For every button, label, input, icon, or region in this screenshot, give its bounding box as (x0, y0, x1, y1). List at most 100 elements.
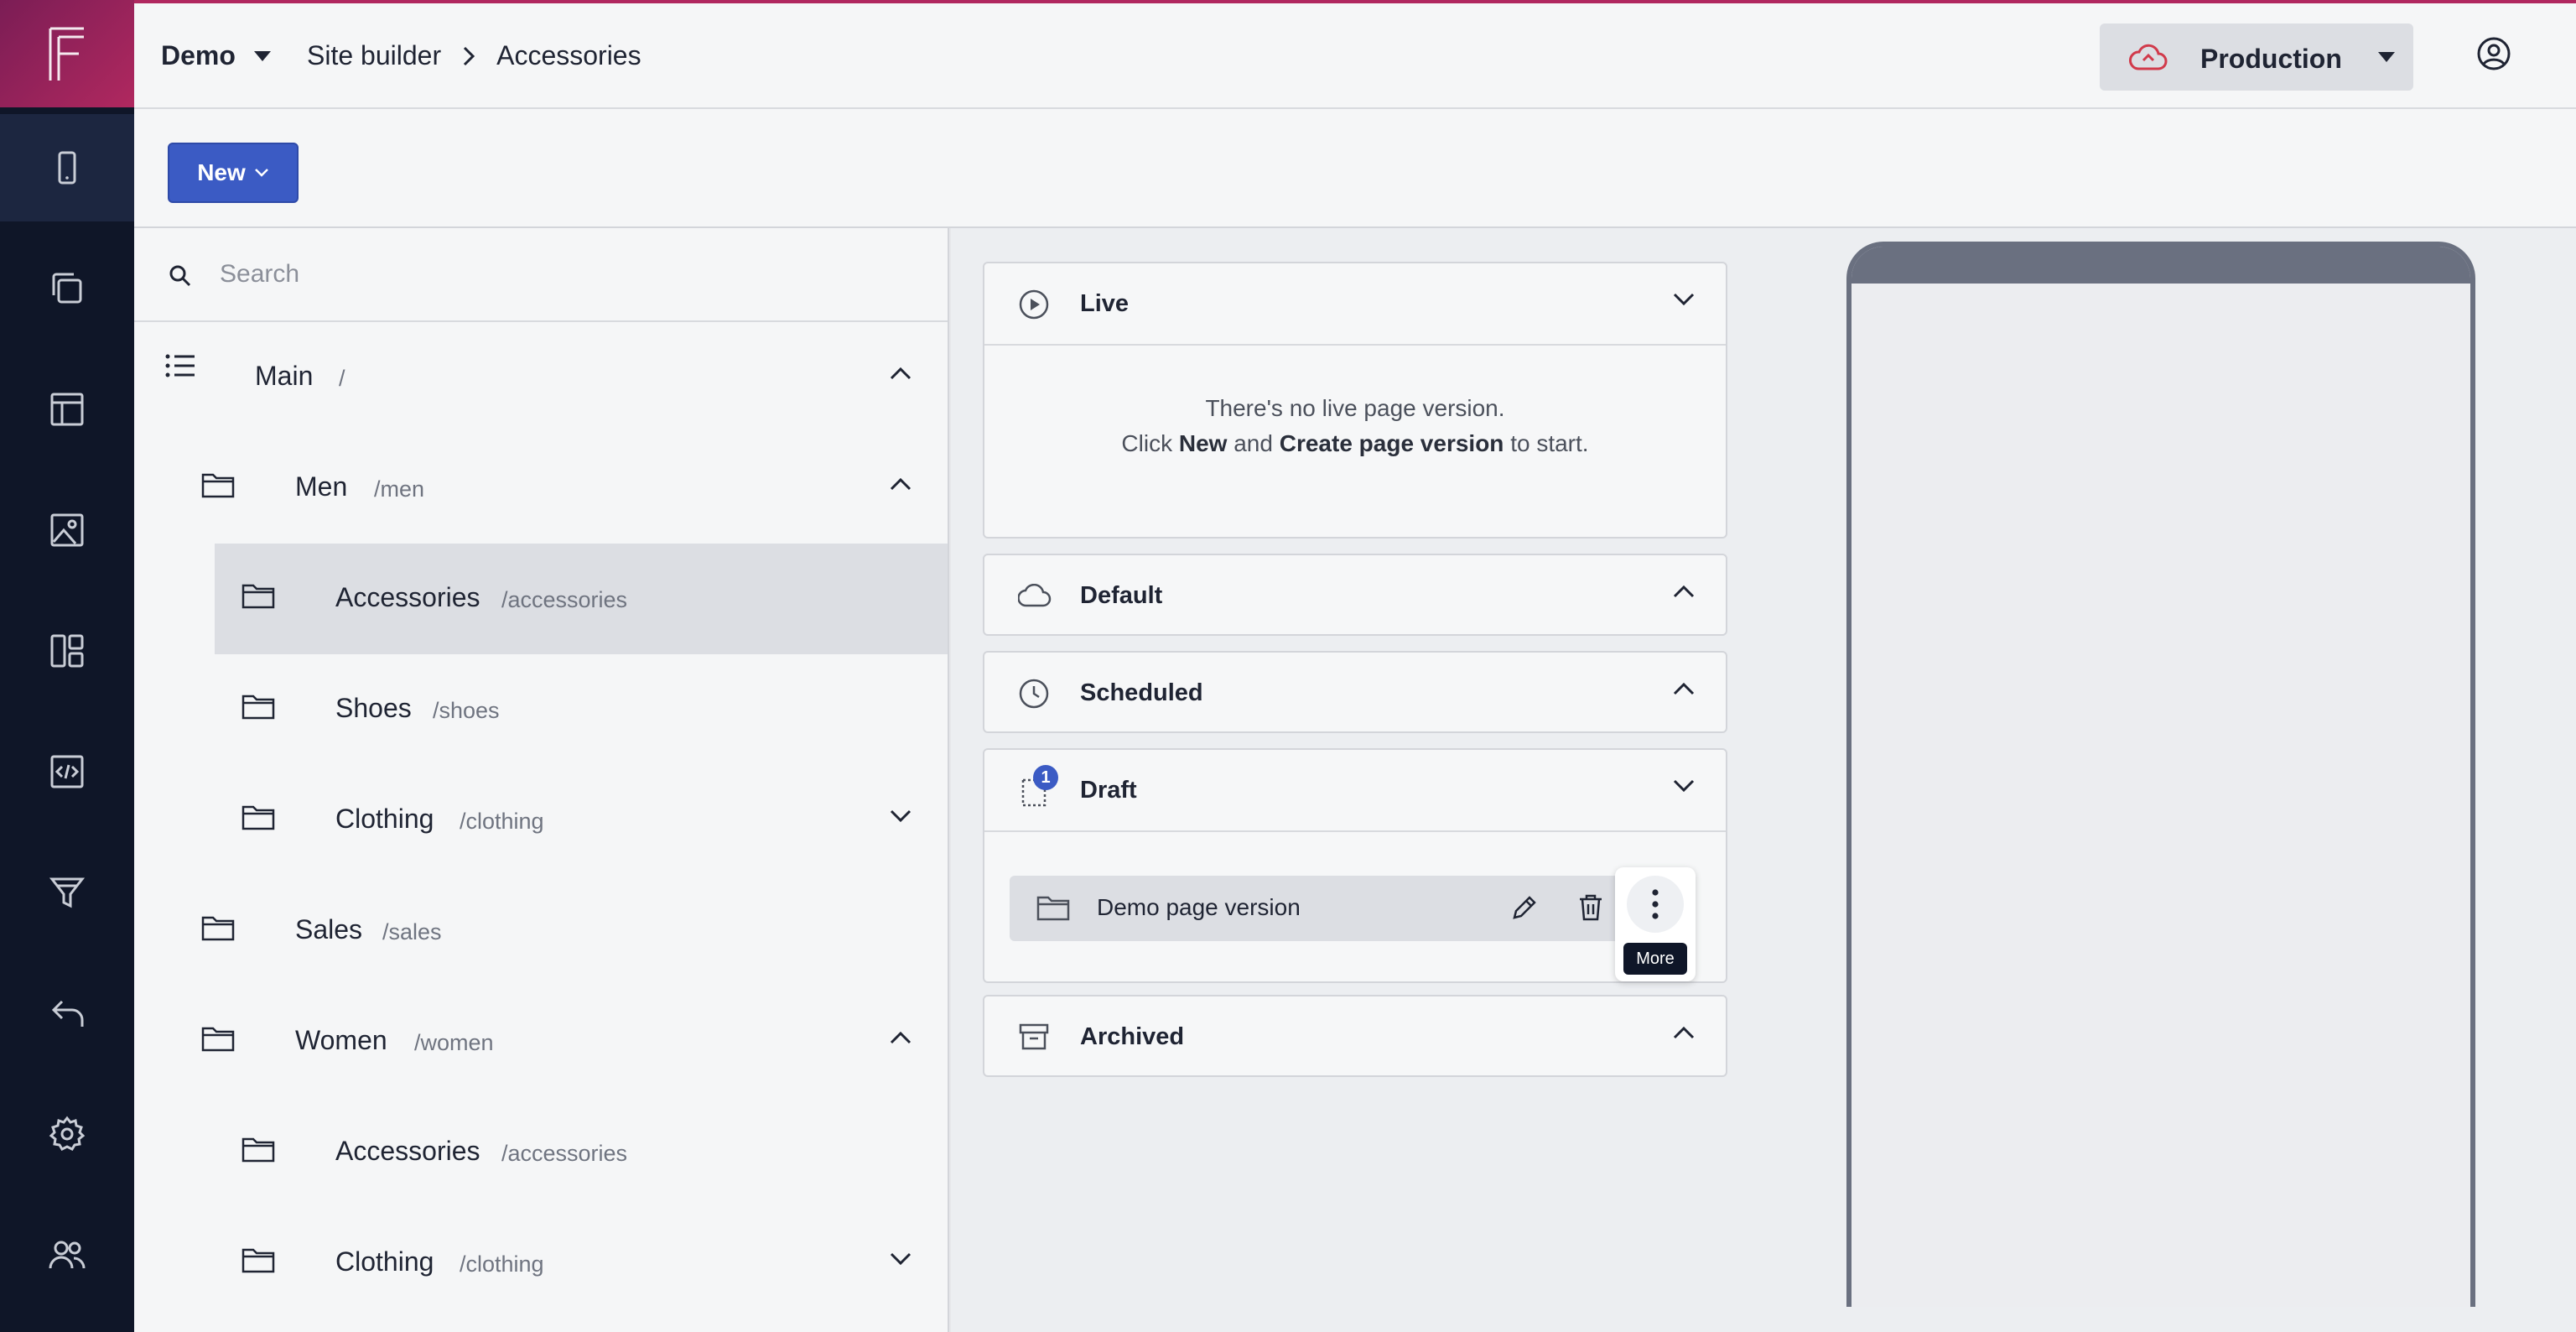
chevron-down-icon (1673, 293, 1695, 306)
live-section: Live There's no live page version. Click… (983, 262, 1727, 539)
preview-status-bar (1852, 247, 2470, 284)
more-button[interactable] (1627, 876, 1684, 933)
tree-node-men-clothing[interactable]: Clothing /clothing (134, 765, 948, 876)
tree-node-path: /clothing (460, 809, 544, 834)
tree-node-path: /accessories (501, 1141, 628, 1166)
project-switcher[interactable]: Demo (161, 40, 271, 71)
folder-icon (242, 1137, 275, 1163)
tree-search[interactable]: Search (134, 228, 948, 322)
more-vertical-icon (1652, 889, 1659, 919)
breadcrumb-current: Accessories (496, 40, 641, 70)
filter-icon (49, 877, 86, 908)
users-icon (49, 1241, 86, 1269)
rail-undo[interactable] (0, 960, 134, 1067)
scheduled-section[interactable]: Scheduled (983, 651, 1727, 733)
rail-components[interactable] (0, 597, 134, 705)
tree-node-main[interactable]: Main / (134, 322, 948, 433)
tree-node-sales[interactable]: Sales /sales (134, 876, 948, 986)
chevron-up-icon (1673, 585, 1695, 598)
environment-switcher[interactable]: Production (2100, 23, 2413, 91)
trash-icon[interactable] (1576, 892, 1605, 923)
archived-section-header[interactable]: Archived (984, 996, 1726, 1077)
list-icon (165, 354, 195, 377)
chevron-up-icon[interactable] (889, 476, 912, 492)
empty-line-2: Click New and Create page version to sta… (984, 426, 1726, 461)
breadcrumb-site-builder[interactable]: Site builder (307, 40, 441, 71)
rail-media[interactable] (0, 476, 134, 584)
app-logo[interactable] (0, 0, 134, 107)
chevron-up-icon[interactable] (889, 366, 912, 381)
rail-layout[interactable] (0, 356, 134, 463)
archive-icon (1019, 1023, 1049, 1050)
tree-node-men-accessories[interactable]: Accessories /accessories (215, 544, 948, 654)
divider (984, 344, 1726, 346)
chevron-up-icon[interactable] (889, 1030, 912, 1045)
more-button-highlight: More (1615, 867, 1696, 981)
draft-count-badge: 1 (1033, 765, 1058, 790)
breadcrumb: Site builder Accessories (307, 40, 641, 71)
search-icon (169, 265, 191, 287)
folder-icon (201, 1027, 235, 1052)
tree-node-name: Main (255, 361, 314, 391)
chevron-up-icon (1673, 1026, 1695, 1039)
chevron-down-icon[interactable] (889, 809, 912, 824)
chevron-up-icon (1673, 682, 1695, 695)
version-item[interactable]: Demo page version (1010, 876, 1660, 941)
rail-settings[interactable] (0, 1080, 134, 1188)
layout-icon (50, 393, 84, 426)
default-section-header[interactable]: Default (984, 555, 1726, 636)
empty-tail: to start. (1510, 430, 1589, 456)
mobile-preview-frame (1846, 242, 2475, 1307)
left-rail (0, 0, 134, 1332)
tree-node-path: /men (374, 476, 425, 502)
tree-node-women-accessories[interactable]: Accessories /accessories (134, 1097, 948, 1208)
rail-users[interactable] (0, 1201, 134, 1309)
empty-click: Click (1121, 430, 1173, 456)
chevron-right-icon (464, 46, 475, 65)
mobile-icon (58, 151, 76, 185)
caret-down-icon (2378, 52, 2395, 62)
rail-filters[interactable] (0, 839, 134, 946)
pages-icon (52, 273, 82, 304)
tree-node-path: /accessories (501, 587, 628, 612)
rail-pages[interactable] (0, 235, 134, 342)
tree-node-women-clothing[interactable]: Clothing /clothing (134, 1208, 948, 1319)
rail-mobile[interactable] (0, 114, 134, 221)
search-input[interactable]: Search (220, 260, 299, 289)
rail-code[interactable] (0, 718, 134, 825)
draft-section-header[interactable]: 1 Draft (984, 750, 1726, 830)
folder-icon (242, 805, 275, 830)
tree-node-women[interactable]: Women /women (134, 986, 948, 1097)
live-section-header[interactable]: Live (984, 263, 1726, 344)
tree-node-name: Men (295, 471, 348, 502)
code-icon (50, 755, 84, 788)
tree-node-path: /shoes (433, 698, 500, 723)
section-title: Draft (1080, 777, 1137, 804)
tree-node-men-shoes[interactable]: Shoes /shoes (134, 654, 948, 765)
chevron-down-icon[interactable] (889, 1251, 912, 1267)
section-title: Archived (1080, 1023, 1185, 1050)
new-button[interactable]: New (168, 143, 299, 203)
tree-node-path: /sales (382, 919, 442, 944)
settings-icon (49, 1116, 86, 1151)
pencil-icon[interactable] (1509, 892, 1540, 923)
archived-section[interactable]: Archived (983, 995, 1727, 1077)
folder-icon (201, 473, 235, 498)
image-icon (50, 513, 84, 547)
empty-new: New (1178, 430, 1228, 456)
play-circle-icon (1019, 289, 1049, 320)
tree-node-name: Clothing (335, 1246, 434, 1277)
tree-node-path: /women (414, 1030, 494, 1055)
undo-icon (51, 1000, 84, 1027)
tree-node-men[interactable]: Men /men (134, 433, 948, 544)
tree-node-name: Accessories (335, 1136, 480, 1166)
more-tooltip: More (1623, 943, 1687, 975)
scheduled-section-header[interactable]: Scheduled (984, 653, 1726, 733)
folder-icon (201, 916, 235, 941)
section-title: Default (1080, 582, 1163, 609)
project-name: Demo (161, 40, 236, 70)
clock-icon (1019, 679, 1049, 709)
default-section[interactable]: Default (983, 554, 1727, 636)
user-account-icon[interactable] (2475, 35, 2512, 72)
tree-node-name: Shoes (335, 693, 412, 723)
